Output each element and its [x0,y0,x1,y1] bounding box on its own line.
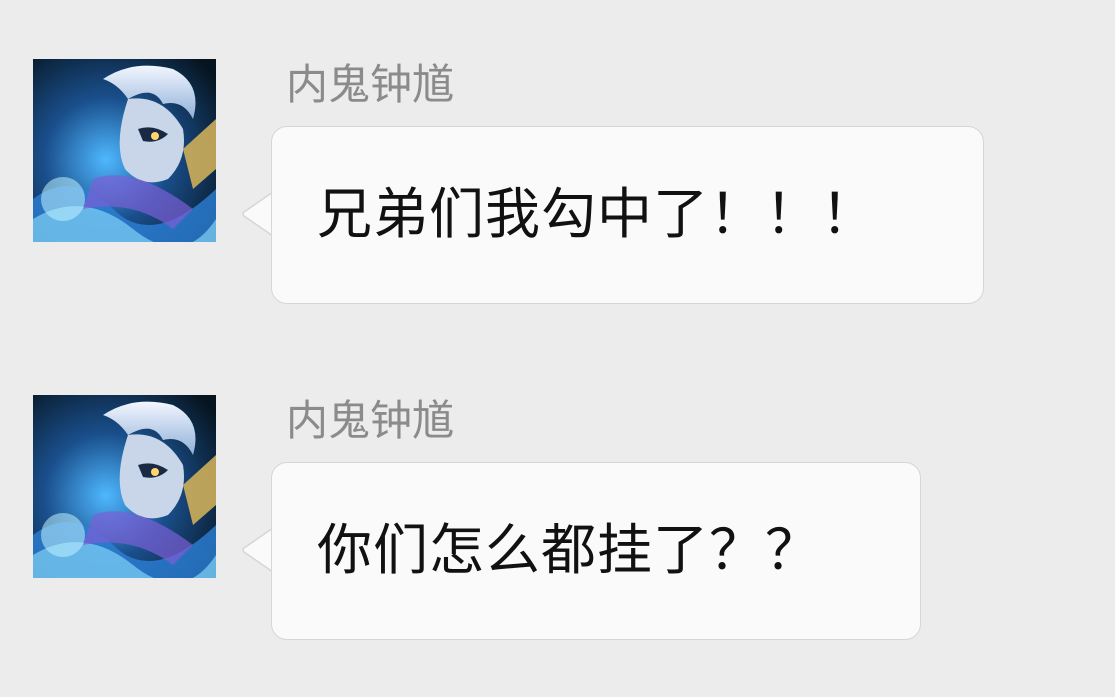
message-bubble[interactable]: 你们怎么都挂了？？ [271,462,921,640]
hero-avatar-icon [33,59,216,242]
avatar[interactable] [33,59,216,242]
sender-name: 内鬼钟馗 [286,396,455,445]
message-text: 你们怎么都挂了？？ [317,518,822,582]
hero-avatar-icon [33,395,216,578]
chat-window: 内鬼钟馗 兄弟们我勾中了！！！ 内鬼钟馗 你们怎么都挂了？？ [0,0,1115,697]
avatar[interactable] [33,395,216,578]
message-text: 兄弟们我勾中了！！！ [317,182,878,246]
message-bubble[interactable]: 兄弟们我勾中了！！！ [271,126,984,304]
sender-name: 内鬼钟馗 [286,60,455,109]
